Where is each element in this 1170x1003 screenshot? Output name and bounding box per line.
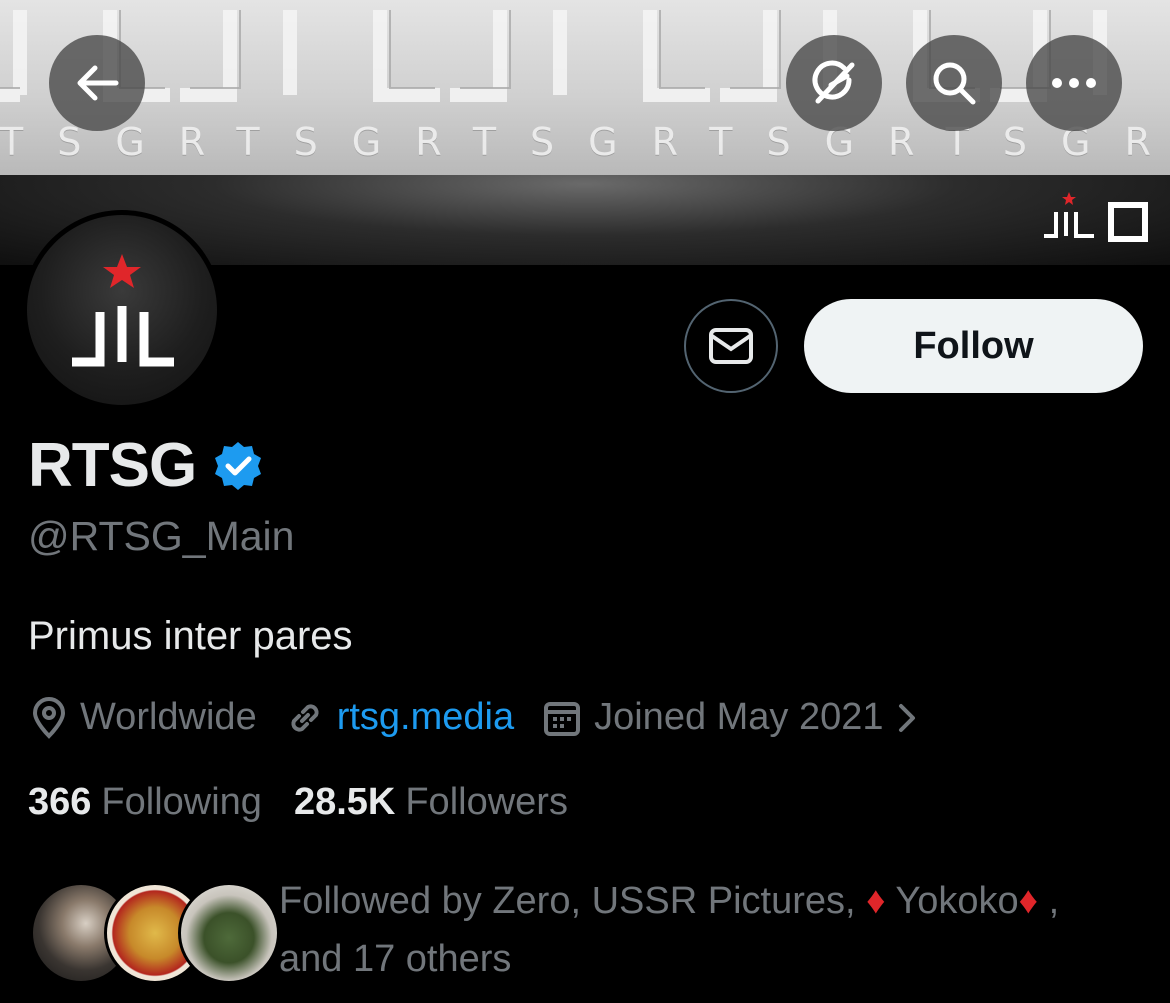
following-label[interactable]: Following [101,781,262,824]
followers-label[interactable]: Followers [405,781,568,824]
envelope-icon [709,328,753,364]
profile-bio: Primus inter pares [28,614,353,658]
red-diamond-icon: ♦ [1018,880,1039,922]
profile-meta: Worldwide rtsg.media Joined May 2021 [30,696,956,739]
user-handle: @RTSG_Main [28,513,295,559]
joined-text: Joined May 2021 [594,696,884,738]
red-diamond-icon: ♦ [866,880,886,922]
banner-logo [1040,190,1148,242]
message-button[interactable] [684,299,778,393]
more-icon [1052,78,1096,88]
banner-wordmark: TSGRTSGRTSGRTSGRTSGRTS [0,120,1170,164]
back-button[interactable] [49,35,145,131]
followed-by-avatars[interactable] [30,882,280,984]
joined-item[interactable]: Joined May 2021 [542,696,927,739]
separator: , [570,880,592,922]
grok-icon [812,60,855,104]
chevron-right-icon [898,703,915,732]
followed-by-text[interactable]: Followed by Zero, USSR Pictures, ♦ Yokok… [279,872,1149,988]
search-button[interactable] [906,35,1002,131]
profile-avatar[interactable] [22,210,222,410]
location-pin-icon [32,696,66,739]
location-text: Worldwide [80,696,257,738]
followers-count[interactable]: 28.5K [294,781,395,824]
square-logo-mark [1108,202,1148,242]
calendar-icon [544,701,581,736]
website-link[interactable]: rtsg.media [337,696,514,739]
search-icon [933,62,976,105]
rtsg-logo-icon [72,254,174,367]
follower-avatar [178,882,280,984]
display-name: RTSG [28,431,197,500]
follow-stats: 366 Following 28.5K Followers [28,781,600,824]
separator: , [1038,880,1060,922]
followed-by-name: USSR Pictures [591,880,845,922]
more-button[interactable] [1026,35,1122,131]
followed-by-prefix: Followed by [279,880,493,922]
arrow-left-icon [77,65,119,101]
link-icon [291,703,319,732]
name-row: RTSG [28,430,264,501]
location-item: Worldwide [30,696,257,739]
rtsg-logo-icon [1044,192,1094,238]
followed-by-suffix: and 17 others [279,938,512,980]
avatar-image [27,215,217,405]
separator: , [845,880,867,922]
following-count[interactable]: 366 [28,781,91,824]
followed-by-name: Zero [492,880,571,922]
followed-by-name: Yokoko [885,880,1019,922]
grok-button[interactable] [786,35,882,131]
follow-button[interactable]: Follow [804,299,1143,393]
verified-badge-icon[interactable] [212,440,264,492]
website-item[interactable]: rtsg.media [285,696,514,739]
